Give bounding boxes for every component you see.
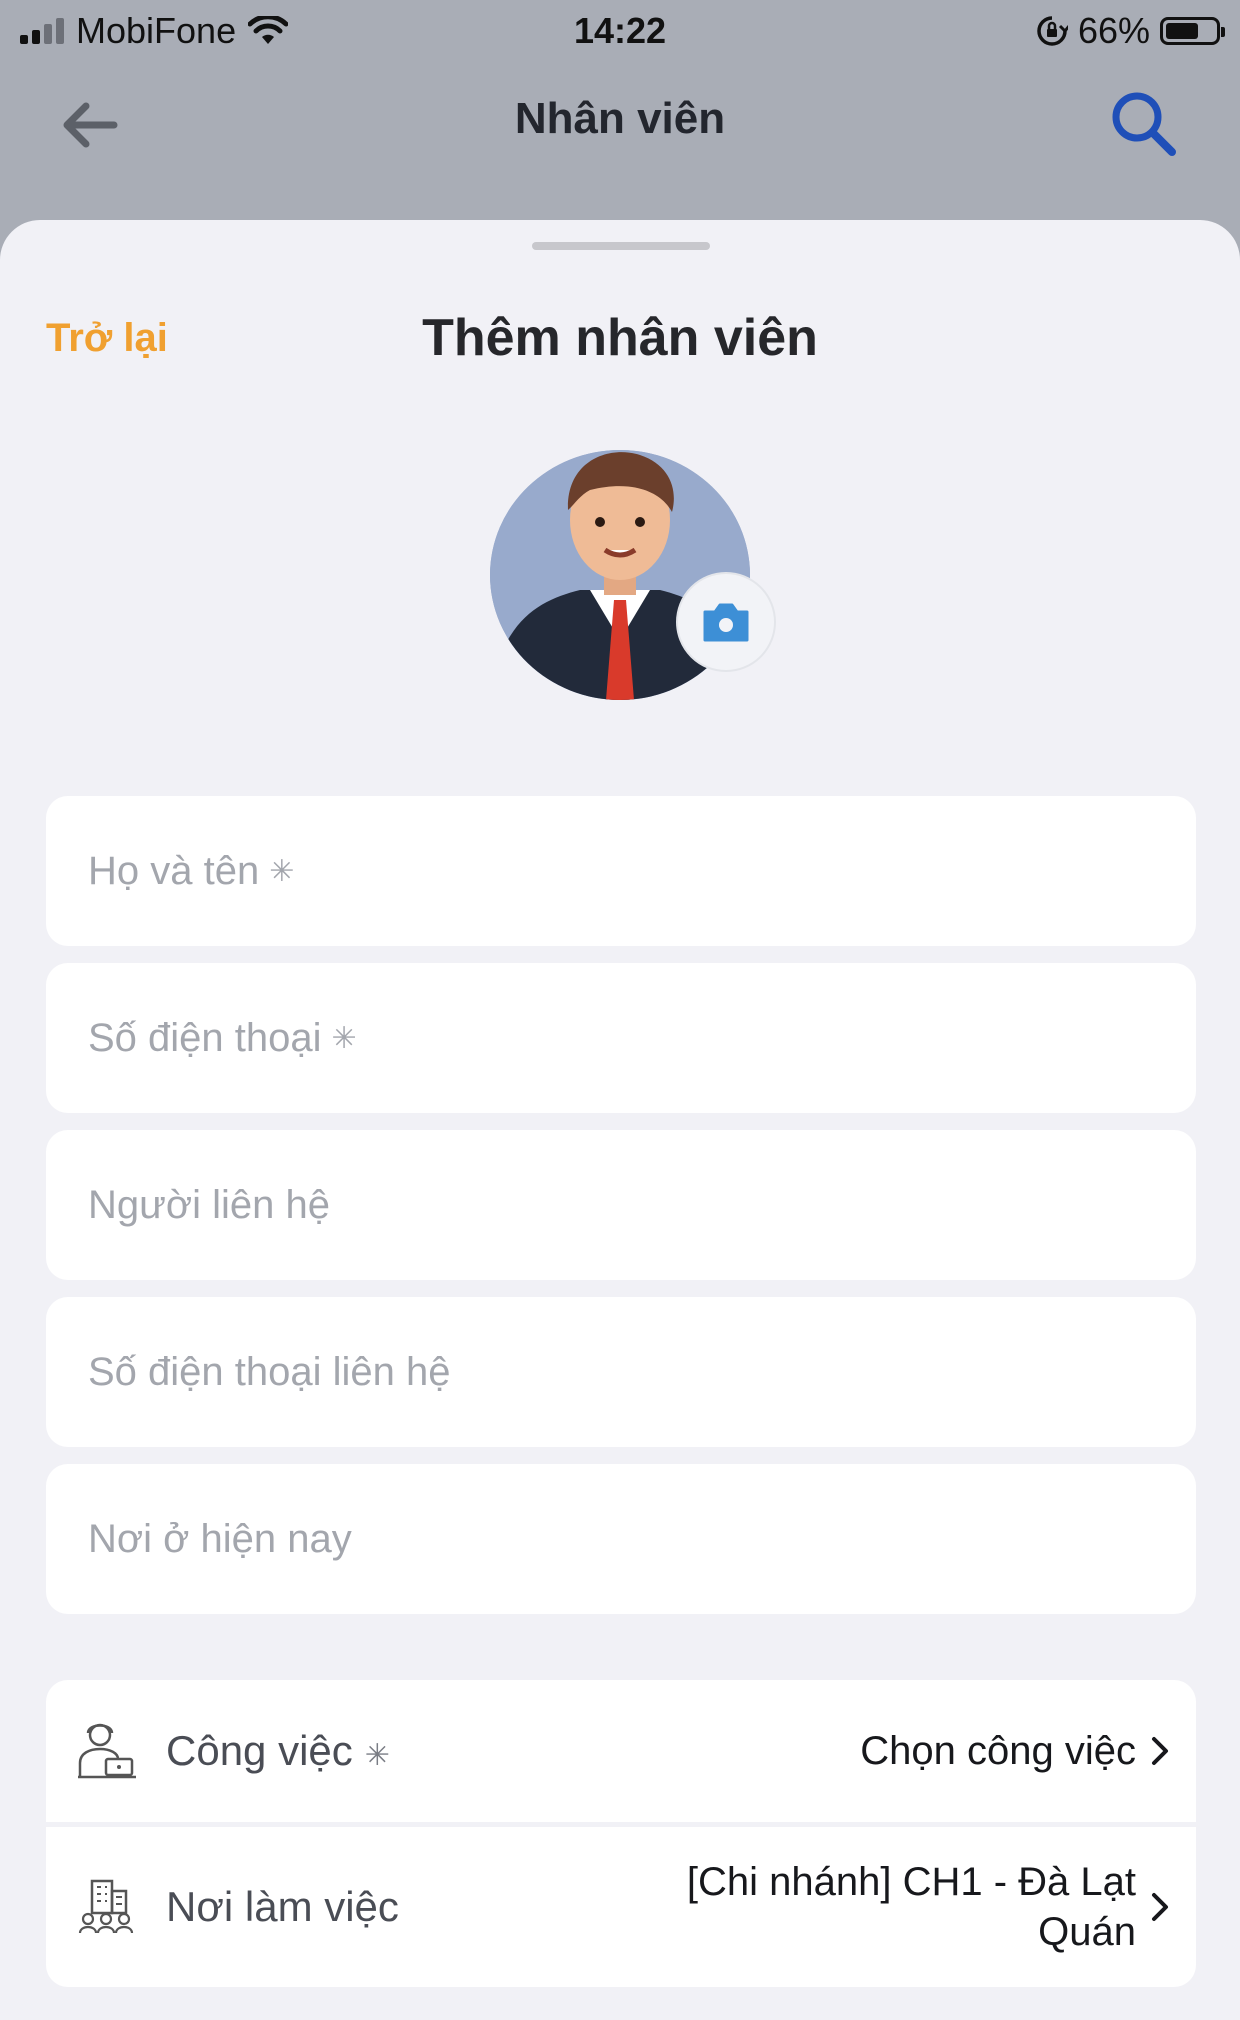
required-marker: ✳: [269, 854, 295, 888]
job-value: Chọn công việc: [860, 1729, 1136, 1773]
contact-phone-field[interactable]: Số điện thoại liên hệ: [46, 1297, 1196, 1447]
battery-level: [1166, 23, 1198, 39]
search-icon: [1112, 92, 1176, 156]
change-photo-button[interactable]: [676, 572, 776, 672]
battery-icon: [1160, 17, 1225, 45]
worker-icon: [78, 1723, 136, 1779]
building-icon: [78, 1879, 134, 1934]
battery-percent: 66%: [1077, 10, 1150, 51]
search-button[interactable]: [1108, 88, 1180, 160]
workplace-value-line2: Quán: [1038, 1910, 1136, 1954]
sheet-grabber[interactable]: [532, 242, 710, 250]
chevron-right-icon: [1152, 1893, 1168, 1921]
contact-person-placeholder: Người liên hệ: [88, 1182, 331, 1227]
workplace-value: [Chi nhánh] CH1 - Đà Lạt Quán: [687, 1857, 1136, 1957]
job-label: Công việc ✳: [166, 1727, 390, 1775]
full-name-placeholder: Họ và tên: [88, 848, 260, 893]
full-name-field[interactable]: Họ và tên ✳: [46, 796, 1196, 946]
required-marker: ✳: [364, 1739, 390, 1772]
required-marker: ✳: [331, 1021, 357, 1055]
current-address-field[interactable]: Nơi ở hiện nay: [46, 1464, 1196, 1614]
workplace-value-line1: [Chi nhánh] CH1 - Đà Lạt: [686, 1860, 1136, 1904]
workplace-label: Nơi làm việc: [166, 1883, 399, 1930]
add-employee-sheet: Trở lại Thêm nhân viên Họ và tên ✳ Số đi…: [0, 220, 1240, 2020]
job-selector[interactable]: Công việc ✳ Chọn công việc: [46, 1680, 1196, 1822]
contact-phone-placeholder: Số điện thoại liên hệ: [88, 1349, 451, 1394]
camera-icon: [703, 603, 749, 642]
phone-field[interactable]: Số điện thoại ✳: [46, 963, 1196, 1113]
phone-placeholder: Số điện thoại: [88, 1015, 322, 1060]
nav-title: Nhân viên: [514, 94, 726, 143]
current-address-placeholder: Nơi ở hiện nay: [88, 1516, 352, 1561]
navigation-bar: Nhân viên: [0, 64, 1240, 214]
job-label-text: Công việc: [166, 1727, 353, 1774]
avatar-section: [490, 402, 780, 702]
chevron-right-icon: [1152, 1737, 1168, 1765]
workplace-selector[interactable]: Nơi làm việc [Chi nhánh] CH1 - Đà Lạt Quá…: [46, 1827, 1196, 1987]
sheet-title: Thêm nhân viên: [422, 309, 818, 367]
status-right: 66%: [1036, 10, 1225, 52]
status-bar: MobiFone 14:22 66%: [0, 0, 1240, 64]
contact-person-field[interactable]: Người liên hệ: [46, 1130, 1196, 1280]
orientation-lock-icon: [1037, 16, 1068, 46]
